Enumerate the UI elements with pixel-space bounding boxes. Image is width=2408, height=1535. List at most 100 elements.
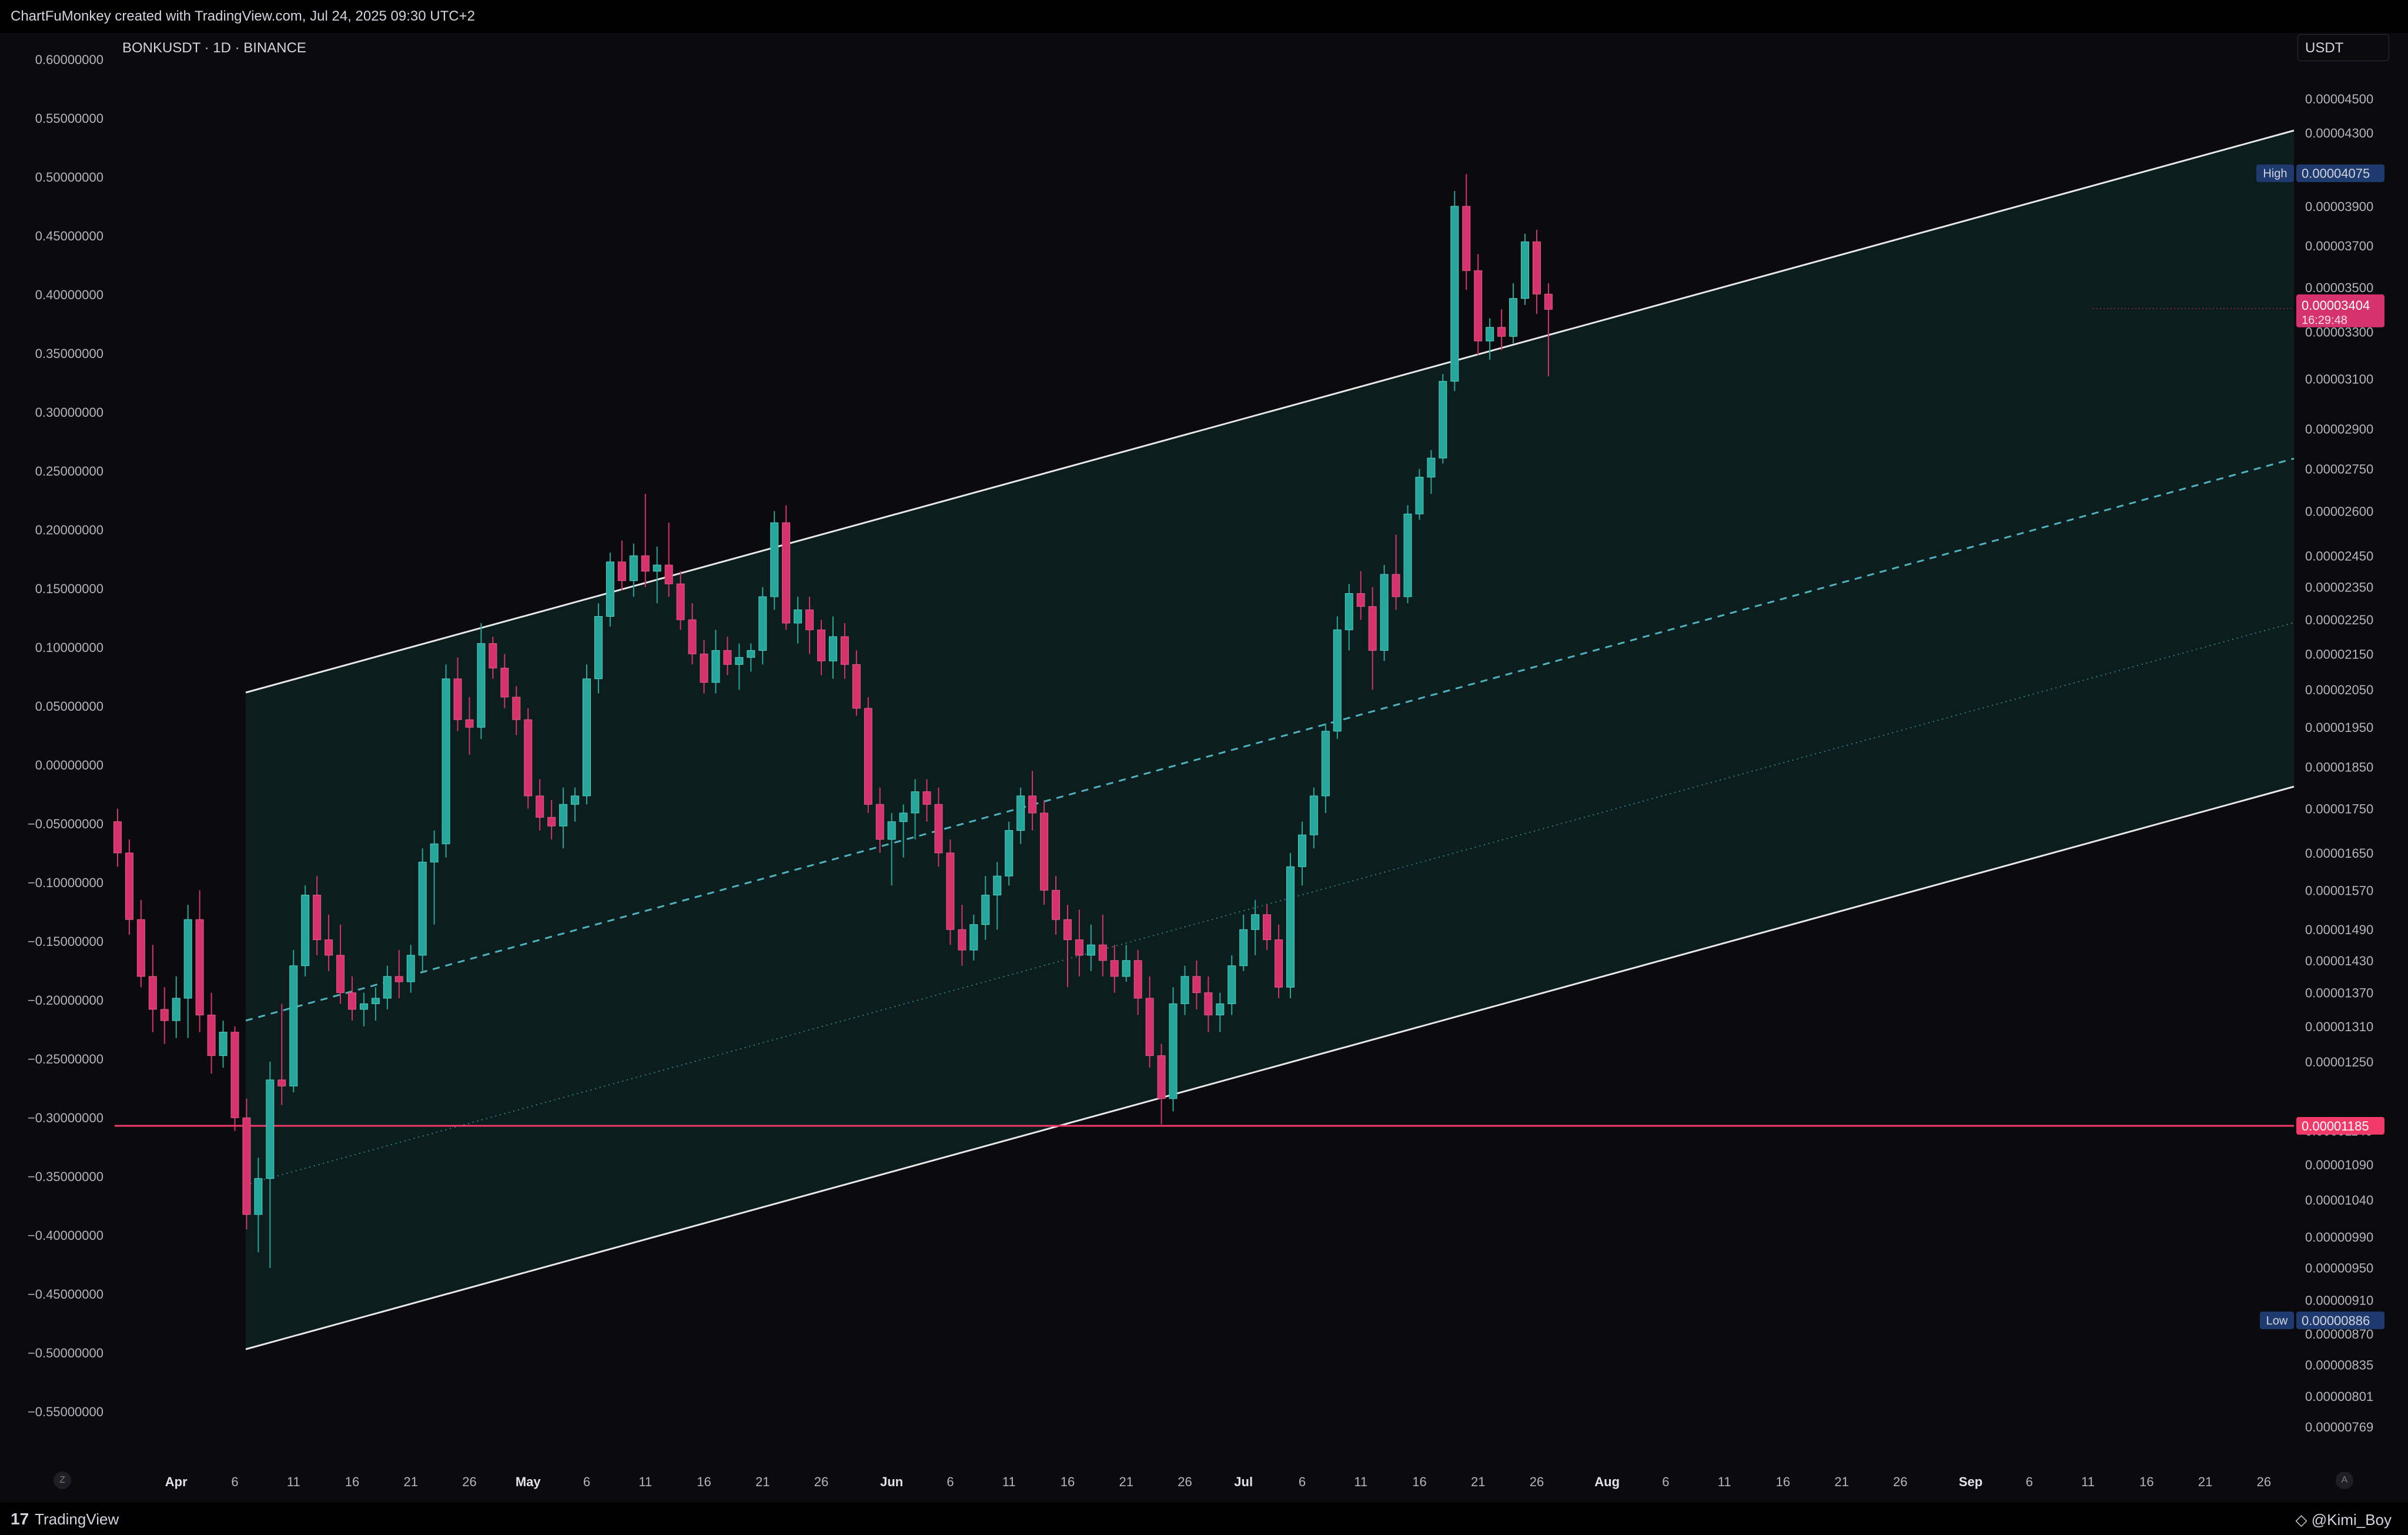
candle-body — [571, 795, 580, 805]
candle — [418, 848, 427, 971]
candle-body — [1356, 593, 1365, 607]
right-axis-tick: 0.00000910 — [2305, 1293, 2373, 1308]
left-axis-tick: −0.55000000 — [28, 1404, 103, 1419]
right-axis-tick: 0.00002750 — [2305, 462, 2373, 477]
candle-body — [442, 678, 450, 844]
time-axis-tick: 11 — [1354, 1474, 1367, 1489]
price-chart[interactable]: 0.60000000 0.55000000 0.50000000 0.45000000… — [0, 33, 2408, 1503]
low-label: Low — [2266, 1315, 2288, 1327]
candle-body — [758, 596, 767, 651]
time-axis-tick: 21 — [2198, 1474, 2212, 1489]
candle-body — [1005, 830, 1014, 877]
candle-body — [125, 852, 133, 920]
left-axis-tick: 0.25000000 — [35, 464, 103, 479]
candle-body — [1486, 327, 1494, 342]
candle-body — [840, 636, 849, 665]
candle-body — [794, 609, 802, 624]
candle-body — [489, 643, 497, 668]
left-axis-tick: 0.20000000 — [35, 523, 103, 537]
time-axis-tick: 11 — [287, 1474, 300, 1489]
candle-body — [536, 795, 544, 818]
candle-body — [1204, 992, 1213, 1015]
candle-body — [1532, 241, 1541, 295]
time-axis-tick: 26 — [1893, 1474, 1907, 1489]
top-bar: ChartFuMonkey created with TradingView.c… — [0, 0, 2408, 33]
left-axis-tick: −0.45000000 — [28, 1287, 103, 1302]
candle-body — [1192, 976, 1201, 994]
tradingview-brand: TradingView — [35, 1510, 119, 1528]
candle-body — [242, 1117, 251, 1215]
currency-selector[interactable]: USDT — [2297, 34, 2389, 61]
left-axis-tick: 0.45000000 — [35, 229, 103, 243]
candle-body — [406, 955, 415, 982]
candle-body — [1474, 270, 1483, 342]
time-axis-tick: 21 — [404, 1474, 418, 1489]
zoom-icon[interactable]: Z — [53, 1472, 71, 1489]
candle-body — [1122, 960, 1131, 977]
left-axis-tick: 0.15000000 — [35, 581, 103, 596]
candle-body — [653, 564, 661, 572]
right-axis-tick: 0.00002150 — [2305, 647, 2373, 661]
candle-body — [195, 919, 204, 1015]
candle-body — [1333, 629, 1342, 732]
candle-body — [1028, 795, 1037, 814]
candle-body — [325, 939, 333, 956]
candle-body — [911, 791, 919, 814]
candle-body — [207, 1014, 216, 1056]
right-price-axis[interactable]: 0.00004500 0.00004300 0.00003900 0.00003700… — [2305, 92, 2373, 1434]
high-label: High — [2263, 168, 2287, 180]
left-axis-tick: 0.35000000 — [35, 346, 103, 361]
candle-body — [1157, 1055, 1166, 1099]
right-axis-tick: 0.00002350 — [2305, 580, 2373, 595]
candle-body — [1228, 965, 1236, 1004]
right-axis-tick: 0.00000990 — [2305, 1230, 2373, 1245]
candle — [864, 697, 872, 813]
right-axis-tick: 0.00000769 — [2305, 1420, 2373, 1434]
time-axis-tick: Sep — [1959, 1474, 1982, 1489]
right-axis-tick: 0.00003500 — [2305, 280, 2373, 295]
candle-body — [1016, 795, 1025, 831]
candle-body — [1403, 513, 1412, 597]
right-axis-tick: 0.00001950 — [2305, 720, 2373, 735]
time-axis-tick: 21 — [1834, 1474, 1848, 1489]
candle-body — [1216, 1003, 1225, 1015]
candle-body — [477, 643, 486, 728]
candle-body — [688, 619, 697, 654]
candle-body — [993, 875, 1002, 896]
candle-body — [1169, 1003, 1178, 1099]
left-axis-tick: 0.50000000 — [35, 170, 103, 185]
left-axis-tick: −0.05000000 — [28, 817, 103, 831]
candle-body — [899, 812, 908, 822]
left-axis-tick: 0.40000000 — [35, 287, 103, 302]
left-axis-tick: −0.15000000 — [28, 934, 103, 949]
chart-area[interactable]: 0.60000000 0.55000000 0.50000000 0.45000000… — [0, 33, 2408, 1503]
time-axis-tick: 16 — [2139, 1474, 2153, 1489]
time-axis-tick: 6 — [1299, 1474, 1306, 1489]
left-axis-tick: −0.20000000 — [28, 993, 103, 1008]
candle-body — [313, 895, 322, 940]
auto-scale-icon[interactable]: A — [2336, 1472, 2353, 1489]
time-axis-tick: 6 — [231, 1474, 238, 1489]
candle-body — [1544, 293, 1553, 310]
right-axis-tick: 0.00000950 — [2305, 1261, 2373, 1276]
candle-body — [148, 976, 157, 1010]
candle — [1040, 800, 1049, 905]
candle — [583, 664, 591, 805]
candle — [946, 839, 955, 945]
time-axis-tick: 21 — [1119, 1474, 1133, 1489]
symbol-label[interactable]: BONKUSDT · 1D · BINANCE — [122, 40, 306, 56]
left-axis-tick: −0.10000000 — [28, 875, 103, 890]
right-axis-tick: 0.00000835 — [2305, 1358, 2373, 1373]
candle — [1333, 616, 1342, 740]
candle-body — [594, 616, 603, 680]
candle — [230, 1026, 239, 1131]
left-axis-tick: −0.35000000 — [28, 1169, 103, 1184]
candle-body — [617, 561, 626, 581]
candle-body — [371, 998, 380, 1004]
candle-body — [1286, 866, 1295, 988]
candle — [442, 664, 450, 858]
candle-body — [418, 861, 427, 956]
right-axis-tick: 0.00002250 — [2305, 613, 2373, 627]
candle-body — [219, 1032, 228, 1056]
right-axis-tick: 0.00001040 — [2305, 1193, 2373, 1208]
